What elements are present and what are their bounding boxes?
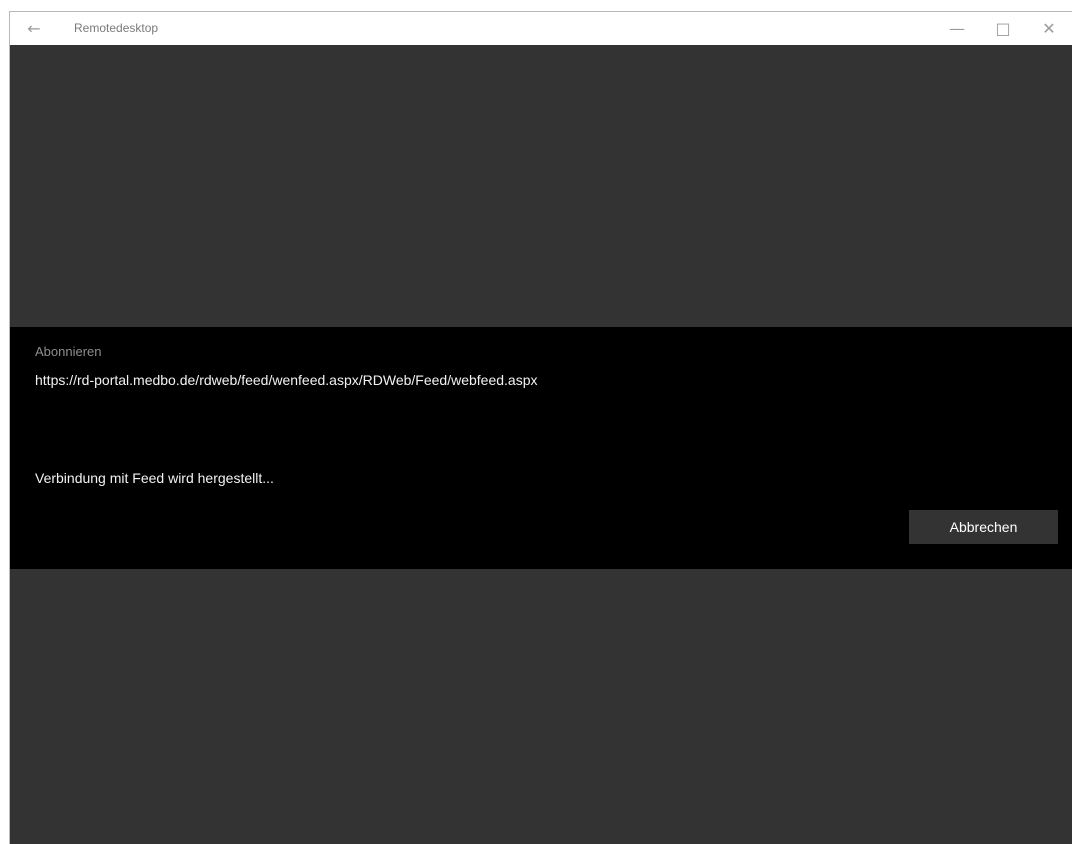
window-title: Remotedesktop: [74, 21, 159, 35]
remote-desktop-window: ← Remotedesktop — □ ✕ Abonnieren https:/…: [9, 11, 1072, 844]
back-arrow-icon: ←: [27, 19, 41, 38]
minimize-icon: —: [949, 19, 965, 38]
maximize-icon: □: [995, 19, 1011, 38]
feed-url: https://rd-portal.medbo.de/rdweb/feed/we…: [35, 372, 538, 388]
subscribe-dialog: Abonnieren https://rd-portal.medbo.de/rd…: [10, 327, 1072, 569]
title-bar: ← Remotedesktop — □ ✕: [10, 12, 1072, 45]
close-button[interactable]: ✕: [1026, 12, 1072, 45]
connection-status: Verbindung mit Feed wird hergestellt...: [35, 470, 274, 486]
dialog-header: Abonnieren: [35, 344, 102, 359]
minimize-button[interactable]: —: [934, 12, 980, 45]
cancel-button[interactable]: Abbrechen: [909, 510, 1058, 544]
close-icon: ✕: [1042, 19, 1056, 38]
back-button[interactable]: ←: [20, 12, 48, 45]
maximize-button[interactable]: □: [980, 12, 1026, 45]
desktop-background: ← Remotedesktop — □ ✕ Abonnieren https:/…: [0, 0, 1072, 844]
